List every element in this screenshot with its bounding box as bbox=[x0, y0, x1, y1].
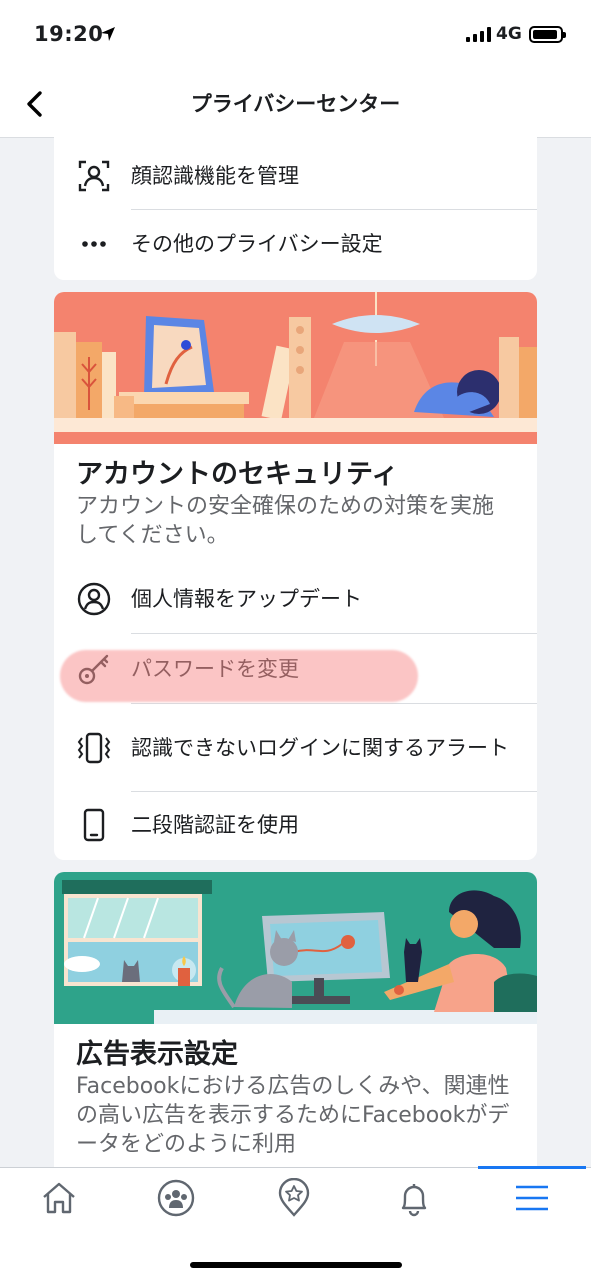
page-title: プライバシーセンター bbox=[190, 92, 401, 116]
notifications-icon[interactable] bbox=[394, 1178, 434, 1218]
highlight-annotation bbox=[60, 650, 418, 702]
home-indicator bbox=[190, 1262, 402, 1268]
list-item-two-factor[interactable]: 二段階認証を使用 bbox=[54, 792, 537, 858]
more-dots-icon bbox=[82, 241, 106, 247]
account-security-card: アカウントのセキュリティ アカウントの安全確保のための対策を実施してください。 … bbox=[54, 292, 537, 860]
signal-icon bbox=[466, 26, 491, 42]
home-icon[interactable] bbox=[39, 1178, 79, 1218]
list-item-label: 顔認識機能を管理 bbox=[131, 164, 299, 188]
list-item-label: その他のプライバシー設定 bbox=[131, 232, 383, 256]
nav-bar: プライバシーセンター bbox=[0, 70, 591, 138]
section-title: 広告表示設定 bbox=[76, 1039, 238, 1070]
status-bar: 19:20 4G bbox=[0, 0, 591, 70]
network-type: 4G bbox=[496, 24, 522, 44]
user-circle-icon bbox=[77, 582, 111, 616]
list-item-label: 個人情報をアップデート bbox=[131, 587, 362, 611]
list-item-other-privacy[interactable]: その他のプライバシー設定 bbox=[54, 210, 537, 278]
privacy-settings-card: 顔認識機能を管理 その他のプライバシー設定 bbox=[54, 132, 537, 280]
list-item-update-info[interactable]: 個人情報をアップデート bbox=[54, 564, 537, 634]
section-description: アカウントの安全確保のための対策を実施してください。 bbox=[76, 494, 495, 548]
active-tab-indicator bbox=[478, 1166, 586, 1169]
list-item-label: 二段階認証を使用 bbox=[131, 813, 299, 837]
ads-banner-illustration bbox=[54, 872, 537, 1024]
security-banner-illustration bbox=[54, 292, 537, 444]
section-description: Facebookにおける広告のしくみや、関連性の高い広告を表示するためにFace… bbox=[76, 1074, 510, 1157]
location-arrow-icon bbox=[101, 27, 115, 41]
groups-icon[interactable] bbox=[156, 1178, 196, 1218]
list-item-face-recognition[interactable]: 顔認識機能を管理 bbox=[54, 142, 537, 210]
face-recognition-icon bbox=[78, 160, 110, 192]
battery-icon bbox=[529, 26, 566, 43]
menu-icon[interactable] bbox=[512, 1178, 552, 1218]
section-title: アカウントのセキュリティ bbox=[76, 459, 399, 490]
list-item-login-alerts[interactable]: 認識できないログインに関するアラート bbox=[54, 704, 537, 792]
pages-icon[interactable] bbox=[274, 1178, 314, 1218]
list-item-label: 認識できないログインに関するアラート bbox=[131, 736, 509, 760]
status-time: 19:20 bbox=[34, 22, 104, 46]
phone-vibrate-icon bbox=[77, 732, 111, 764]
ad-preferences-card: 広告表示設定 Facebookにおける広告のしくみや、関連性の高い広告を表示する… bbox=[54, 872, 537, 1172]
phone-icon bbox=[83, 808, 105, 842]
